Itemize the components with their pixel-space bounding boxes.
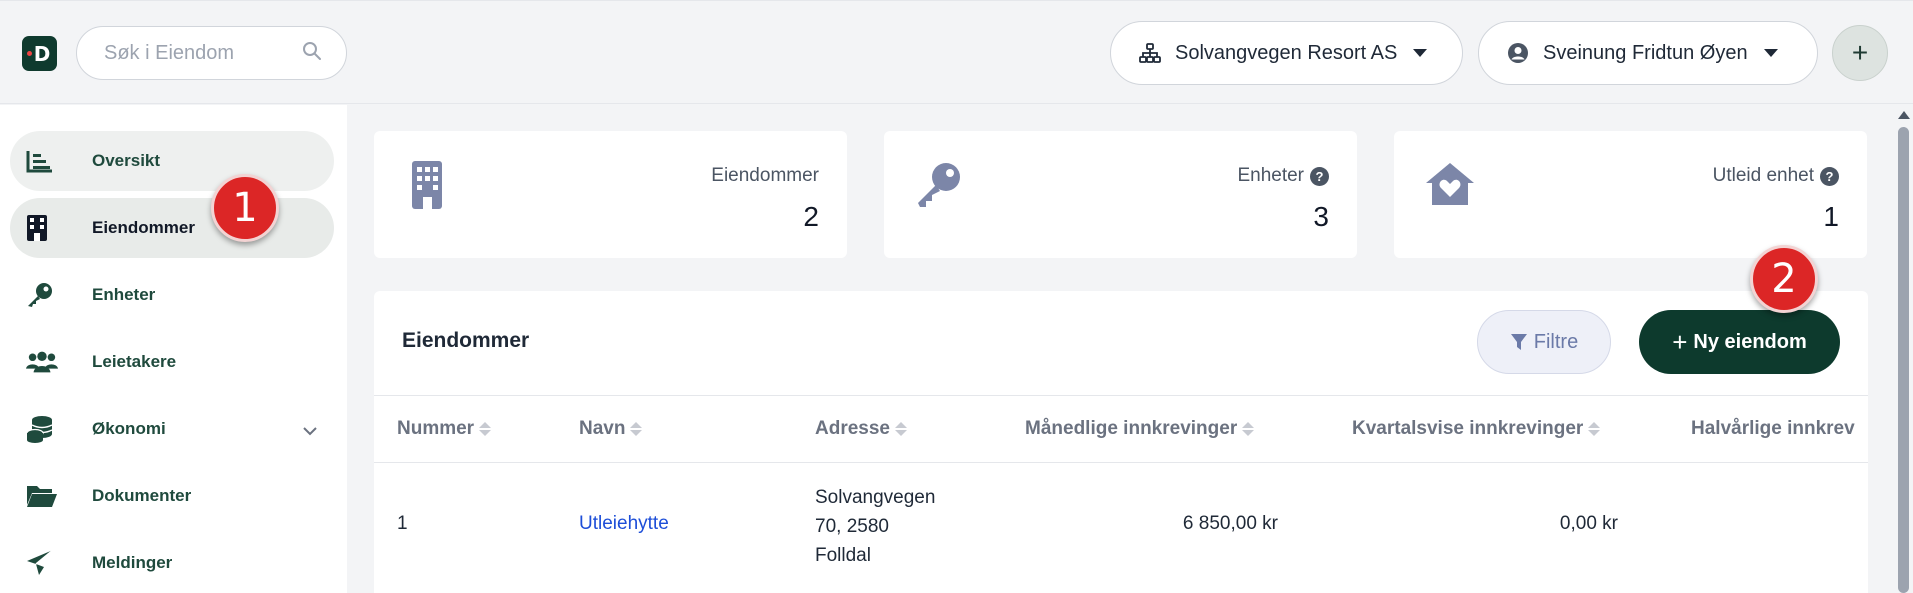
column-label: Kvartalsvise innkrevinger [1352, 418, 1584, 439]
top-bar: D Søk i Eiendom Solvangvegen Resort AS S… [0, 0, 1913, 104]
sort-icon[interactable] [630, 422, 643, 436]
column-header-halvaarlige[interactable]: Halvårlige innkrev [1691, 418, 1855, 440]
chevron-down-icon[interactable] [302, 421, 318, 441]
column-label: Navn [579, 418, 626, 439]
stat-label: Enheter [1237, 165, 1304, 186]
new-property-label: Ny eiendom [1693, 330, 1807, 353]
cell-maanedlige: 6 850,00 kr [1182, 513, 1278, 534]
sort-icon[interactable] [895, 422, 907, 436]
table-header: Nummer Navn Adresse Månedlige innkreving… [374, 395, 1868, 463]
stat-label-wrap: Enheter ? [1237, 165, 1329, 187]
user-name: Sveinung Fridtun Øyen [1543, 41, 1748, 64]
sort-icon[interactable] [1242, 422, 1255, 436]
column-label: Halvårlige innkrev [1691, 418, 1855, 439]
cell-kvartalsvise: 0,00 kr [1559, 513, 1618, 534]
sidebar-item-label: Leietakere [92, 352, 177, 371]
house-heart-icon [1424, 161, 1476, 212]
stat-card-eiendommer: Eiendommer 2 [374, 131, 847, 258]
logo-letter: D [33, 41, 51, 66]
stat-value: 3 [1313, 201, 1329, 232]
callout-marker-1: 1 [211, 174, 279, 242]
sidebar-item-leietakere[interactable]: Leietakere [10, 332, 334, 392]
sidebar-item-label: Økonomi [92, 419, 166, 438]
chevron-down-icon [1413, 49, 1428, 57]
help-icon[interactable]: ? [1820, 166, 1839, 186]
scroll-up-arrow-icon[interactable] [1898, 111, 1910, 119]
filter-label: Filtre [1533, 330, 1579, 353]
sidebar-item-meldinger[interactable]: Meldinger [10, 533, 334, 593]
search-input[interactable]: Søk i Eiendom [104, 42, 234, 65]
organization-name: Solvangvegen Resort AS [1175, 41, 1398, 64]
logo-dot [27, 51, 32, 56]
column-header-adresse[interactable]: Adresse [815, 418, 907, 440]
search-icon[interactable] [302, 41, 322, 66]
scrollbar-thumb[interactable] [1898, 127, 1909, 593]
column-header-kvartalsvise[interactable]: Kvartalsvise innkrevinger [1352, 418, 1601, 440]
sidebar-item-oversikt[interactable]: Oversikt [10, 131, 334, 191]
sort-icon[interactable] [1588, 422, 1601, 436]
address-line: Solvangvegen [815, 487, 936, 508]
stat-card-utleid-enhet: Utleid enhet ? 1 [1394, 131, 1867, 258]
sidebar-item-label: Eiendommer [92, 218, 195, 237]
stat-value: 1 [1823, 201, 1839, 232]
sidebar-item-okonomi[interactable]: Økonomi [10, 399, 334, 459]
help-icon[interactable]: ? [1310, 166, 1329, 186]
coins-icon [26, 415, 58, 443]
user-menu[interactable]: Sveinung Fridtun Øyen [1478, 21, 1818, 85]
sidebar-item-label: Enheter [92, 285, 156, 304]
users-icon [26, 348, 58, 376]
table-row: 1 Utleiehytte Solvangvegen 70, 2580 Foll… [374, 463, 1868, 593]
app-logo[interactable]: D [22, 36, 57, 71]
sidebar-item-label: Oversikt [92, 151, 161, 170]
sidebar: Oversikt Eiendommer Enheter Leietakere Ø… [0, 105, 347, 593]
building-icon [26, 214, 58, 242]
add-button[interactable]: + [1832, 25, 1888, 81]
building-icon [410, 161, 444, 214]
key-icon [916, 161, 964, 214]
paper-plane-icon [26, 549, 58, 577]
sidebar-item-label: Dokumenter [92, 486, 192, 505]
main-content: Eiendommer 2 Enheter ? 3 Utleid enhet ? … [347, 105, 1887, 593]
cell-navn-link[interactable]: Utleiehytte [579, 513, 669, 535]
column-header-nummer[interactable]: Nummer [397, 418, 492, 440]
chart-bars-icon [26, 147, 58, 175]
new-property-button[interactable]: + Ny eiendom [1639, 310, 1840, 374]
org-hierarchy-icon [1139, 43, 1161, 63]
callout-marker-2: 2 [1750, 245, 1818, 313]
stat-value: 2 [803, 201, 819, 232]
sidebar-item-eiendommer[interactable]: Eiendommer [10, 198, 334, 258]
cell-nummer: 1 [397, 513, 408, 534]
column-header-maanedlige[interactable]: Månedlige innkrevinger [1025, 418, 1255, 440]
panel-title: Eiendommer [402, 329, 530, 352]
properties-panel: Eiendommer Filtre + Ny eiendom Nummer Na… [374, 291, 1868, 593]
chevron-down-icon [1763, 49, 1778, 57]
stat-label: Utleid enhet [1712, 165, 1814, 186]
column-label: Adresse [815, 418, 890, 439]
filter-icon [1510, 333, 1528, 351]
stat-card-enheter: Enheter ? 3 [884, 131, 1357, 258]
column-label: Nummer [397, 418, 475, 439]
sidebar-item-dokumenter[interactable]: Dokumenter [10, 466, 334, 526]
address-line: Folldal [815, 545, 871, 566]
filter-button[interactable]: Filtre [1477, 310, 1611, 374]
sort-icon[interactable] [479, 422, 492, 436]
folder-icon [26, 482, 58, 510]
scrollbar[interactable] [1894, 105, 1913, 593]
sidebar-item-label: Meldinger [92, 553, 173, 572]
stat-label: Eiendommer [711, 165, 819, 186]
user-avatar-icon [1507, 42, 1529, 64]
sidebar-item-enheter[interactable]: Enheter [10, 265, 334, 325]
stat-label-wrap: Utleid enhet ? [1713, 165, 1839, 187]
address-line: 70, 2580 [815, 516, 889, 537]
cell-adresse: Solvangvegen 70, 2580 Folldal [815, 483, 935, 570]
organization-selector[interactable]: Solvangvegen Resort AS [1110, 21, 1463, 85]
column-label: Månedlige innkrevinger [1025, 418, 1238, 439]
key-icon [26, 281, 58, 309]
plus-icon: + [1672, 326, 1688, 357]
search-box[interactable]: Søk i Eiendom [76, 26, 347, 80]
column-header-navn[interactable]: Navn [579, 418, 643, 440]
